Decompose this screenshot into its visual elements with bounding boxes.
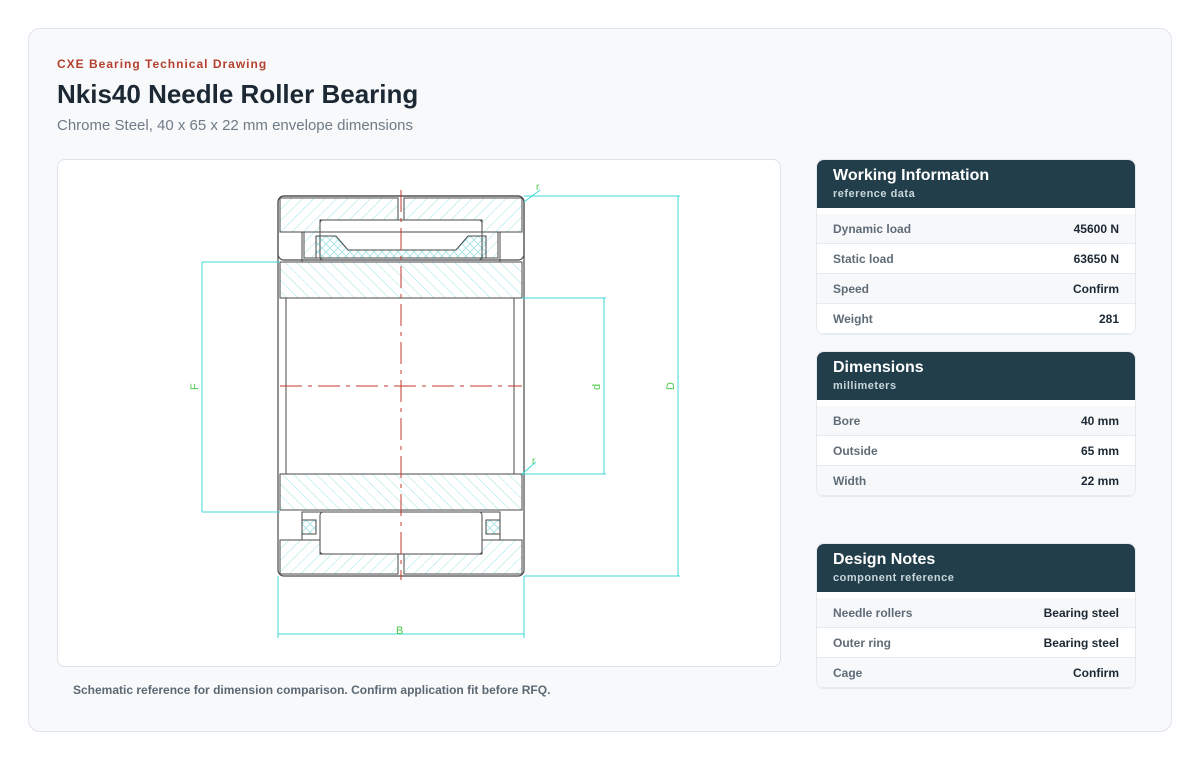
spec-value: Confirm — [1073, 665, 1119, 680]
spec-value: 63650 N — [1073, 251, 1119, 266]
spec-label: Outer ring — [833, 635, 892, 650]
spec-row: Static load 63650 N — [817, 244, 1135, 274]
spec-label: Needle rollers — [833, 605, 913, 620]
spec-row: Bore 40 mm — [817, 406, 1135, 436]
spec-value: 281 — [1098, 311, 1119, 326]
spec-row: Outside 65 mm — [817, 436, 1135, 466]
spec-value: 45600 N — [1073, 221, 1119, 236]
dimension-label-d: d — [591, 384, 603, 390]
spec-label: Width — [833, 473, 867, 488]
panel-title: Design Notes — [833, 551, 936, 568]
spec-value: 22 mm — [1080, 473, 1119, 488]
dimensions-panel: Dimensions millimeters Bore 40 mm Outside… — [816, 351, 1136, 497]
drawing-caption: Schematic reference for dimension compar… — [73, 683, 551, 697]
spec-label: Outside — [833, 443, 878, 458]
spec-value: 40 mm — [1080, 413, 1119, 428]
panel-subtitle: reference data — [833, 188, 916, 200]
working-information-panel: Working Information reference data Dynam… — [816, 159, 1136, 335]
radius-label-top: r — [536, 182, 540, 193]
spec-label: Speed — [833, 281, 870, 296]
spec-label: Weight — [833, 311, 873, 326]
spec-label: Dynamic load — [833, 221, 912, 236]
dimension-label-f: F — [189, 383, 201, 390]
spec-label: Bore — [833, 413, 861, 428]
spec-value: 65 mm — [1080, 443, 1119, 458]
spec-value: Bearing steel — [1043, 605, 1119, 620]
spec-row: Width 22 mm — [817, 466, 1135, 496]
panel-header: Working Information reference data — [817, 160, 1135, 208]
spec-row: Cage Confirm — [817, 658, 1135, 688]
bearing-section-svg: F d D B r r — [189, 182, 680, 638]
page-title: Nkis40 Needle Roller Bearing — [57, 79, 419, 109]
technical-drawing: F d D B r r — [57, 159, 781, 667]
spec-label: Static load — [833, 251, 894, 266]
drawing-card: CXE Bearing Technical Drawing Nkis40 Nee… — [28, 28, 1172, 732]
spec-label: Cage — [833, 665, 863, 680]
spec-row: Weight 281 — [817, 304, 1135, 334]
panel-subtitle: component reference — [833, 572, 955, 584]
spec-row: Outer ring Bearing steel — [817, 628, 1135, 658]
spec-row: Speed Confirm — [817, 274, 1135, 304]
spec-row: Needle rollers Bearing steel — [817, 598, 1135, 628]
panel-header: Dimensions millimeters — [817, 352, 1135, 400]
radius-label-inner: r — [532, 456, 536, 467]
dimension-label-b: B — [396, 625, 403, 637]
spec-value: Bearing steel — [1043, 635, 1119, 650]
panel-header: Design Notes component reference — [817, 544, 1135, 592]
panel-title: Dimensions — [833, 359, 924, 376]
panel-title: Working Information — [833, 167, 990, 184]
panel-subtitle: millimeters — [833, 380, 897, 392]
page-subtitle: Chrome Steel, 40 x 65 x 22 mm envelope d… — [57, 117, 414, 134]
design-notes-panel: Design Notes component reference Needle … — [816, 543, 1136, 689]
brand-label: CXE Bearing Technical Drawing — [57, 57, 268, 71]
spec-row: Dynamic load 45600 N — [817, 214, 1135, 244]
dimension-label-outer-d: D — [665, 382, 677, 390]
spec-value: Confirm — [1073, 281, 1119, 296]
